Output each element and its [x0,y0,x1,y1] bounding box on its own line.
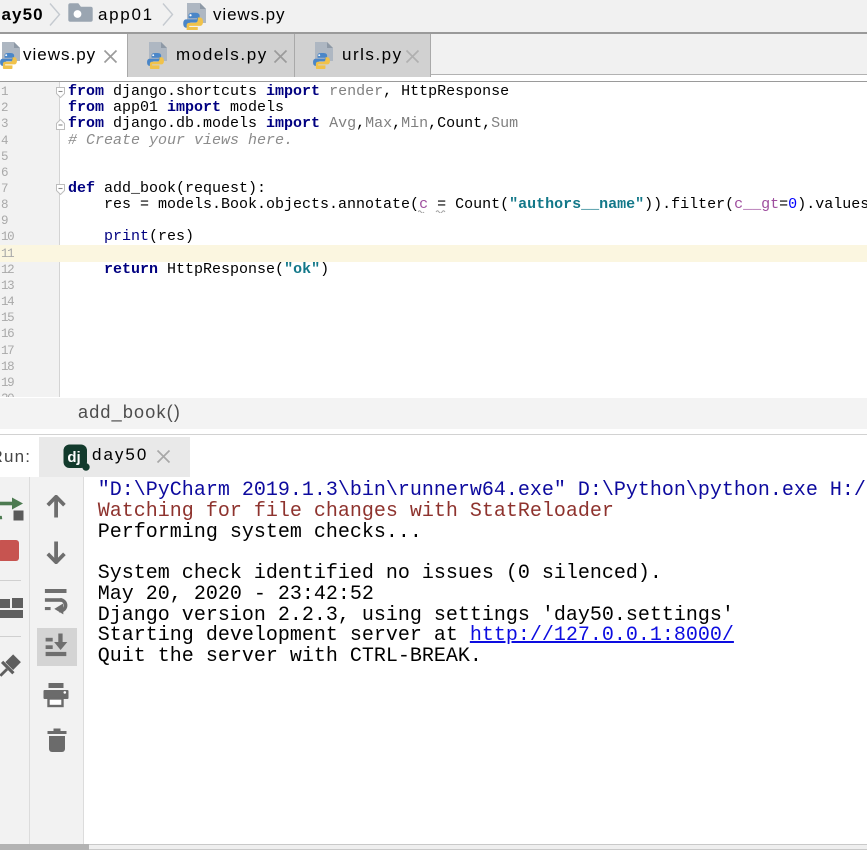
svg-text:dj: dj [67,449,80,466]
